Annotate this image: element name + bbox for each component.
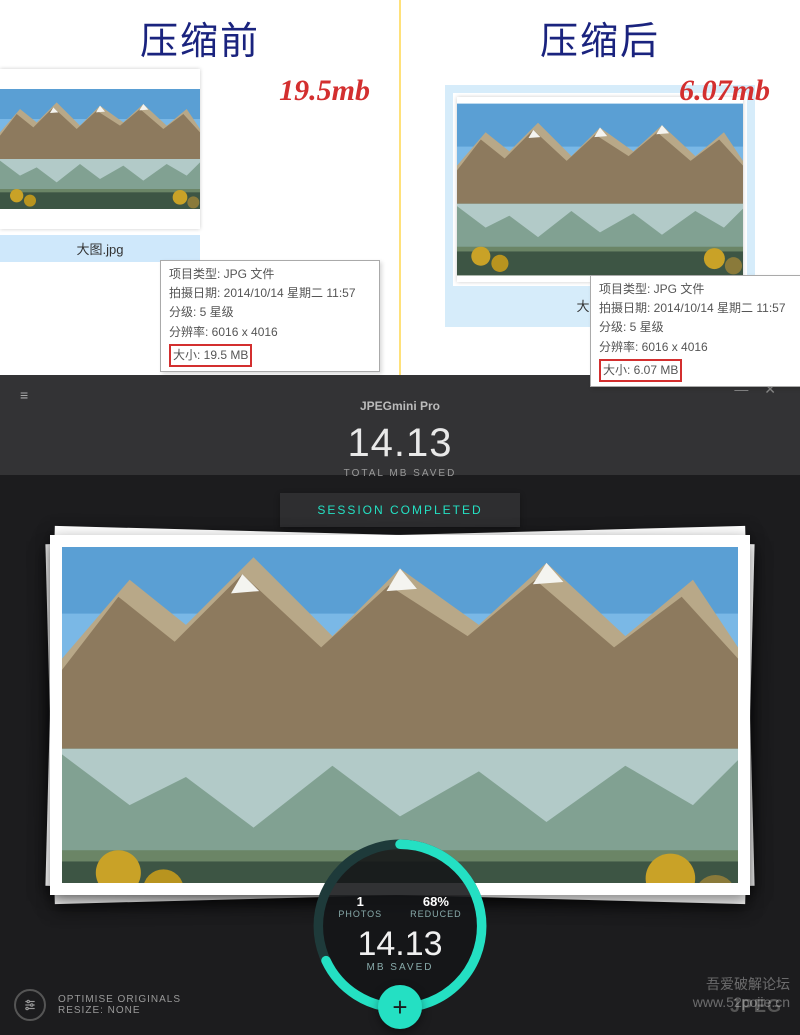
photos-count: 1 [338,894,382,909]
label-after: 压缩后 [400,10,800,65]
total-saved-value: 14.13 [0,421,800,466]
pane-after: 压缩后 6.07mb 大图.jpg 项目类型: JPG 文件 拍摄日期: 201… [400,0,800,375]
total-saved-label: TOTAL MB SAVED [0,468,800,479]
jpegmini-app: ≡ — ✕ JPEGmini Pro 14.13 TOTAL MB SAVED … [0,375,800,1035]
settings-icon[interactable] [14,989,46,1021]
brand-logo: JPEG [730,996,782,1017]
size-highlight: 大小: 19.5 MB [169,344,252,367]
gauge-main-label: MB SAVED [367,962,434,973]
tooltip-after: 项目类型: JPG 文件 拍摄日期: 2014/10/14 星期二 11:57 … [590,275,800,387]
app-title: JPEGmini Pro [0,399,800,413]
photos-label: PHOTOS [338,909,382,919]
gauge: 1 PHOTOS 68% REDUCED 14.13 MB SAVED + [305,831,495,1021]
footer-settings[interactable]: OPTIMISE ORIGINALS RESIZE: NONE [14,989,181,1021]
label-before: 压缩前 [0,10,400,65]
landscape-icon [457,97,743,282]
tooltip-before: 项目类型: JPG 文件 拍摄日期: 2014/10/14 星期二 11:57 … [160,260,380,372]
filename-before: 大图.jpg [0,235,200,262]
gauge-main-value: 14.13 [357,925,442,964]
footer-line2: RESIZE: NONE [58,1005,181,1016]
add-button[interactable]: + [378,985,422,1029]
landscape-icon [0,69,200,229]
thumb-before[interactable]: 大图.jpg [0,69,200,262]
reduced-percent: 68% [410,894,462,909]
hero-stats: 14.13 TOTAL MB SAVED [0,421,800,479]
reduced-label: REDUCED [410,909,462,919]
hamburger-icon[interactable]: ≡ [20,387,28,403]
size-highlight: 大小: 6.07 MB [599,359,682,382]
pane-before: 压缩前 19.5mb 大图.jpg 项目类型: JPG 文件 拍摄日期: 201… [0,0,400,375]
footer-line1: OPTIMISE ORIGINALS [58,994,181,1005]
session-banner: SESSION COMPLETED [280,493,520,527]
size-after: 6.07mb [679,74,770,108]
divider [399,0,401,375]
size-before: 19.5mb [279,74,370,108]
